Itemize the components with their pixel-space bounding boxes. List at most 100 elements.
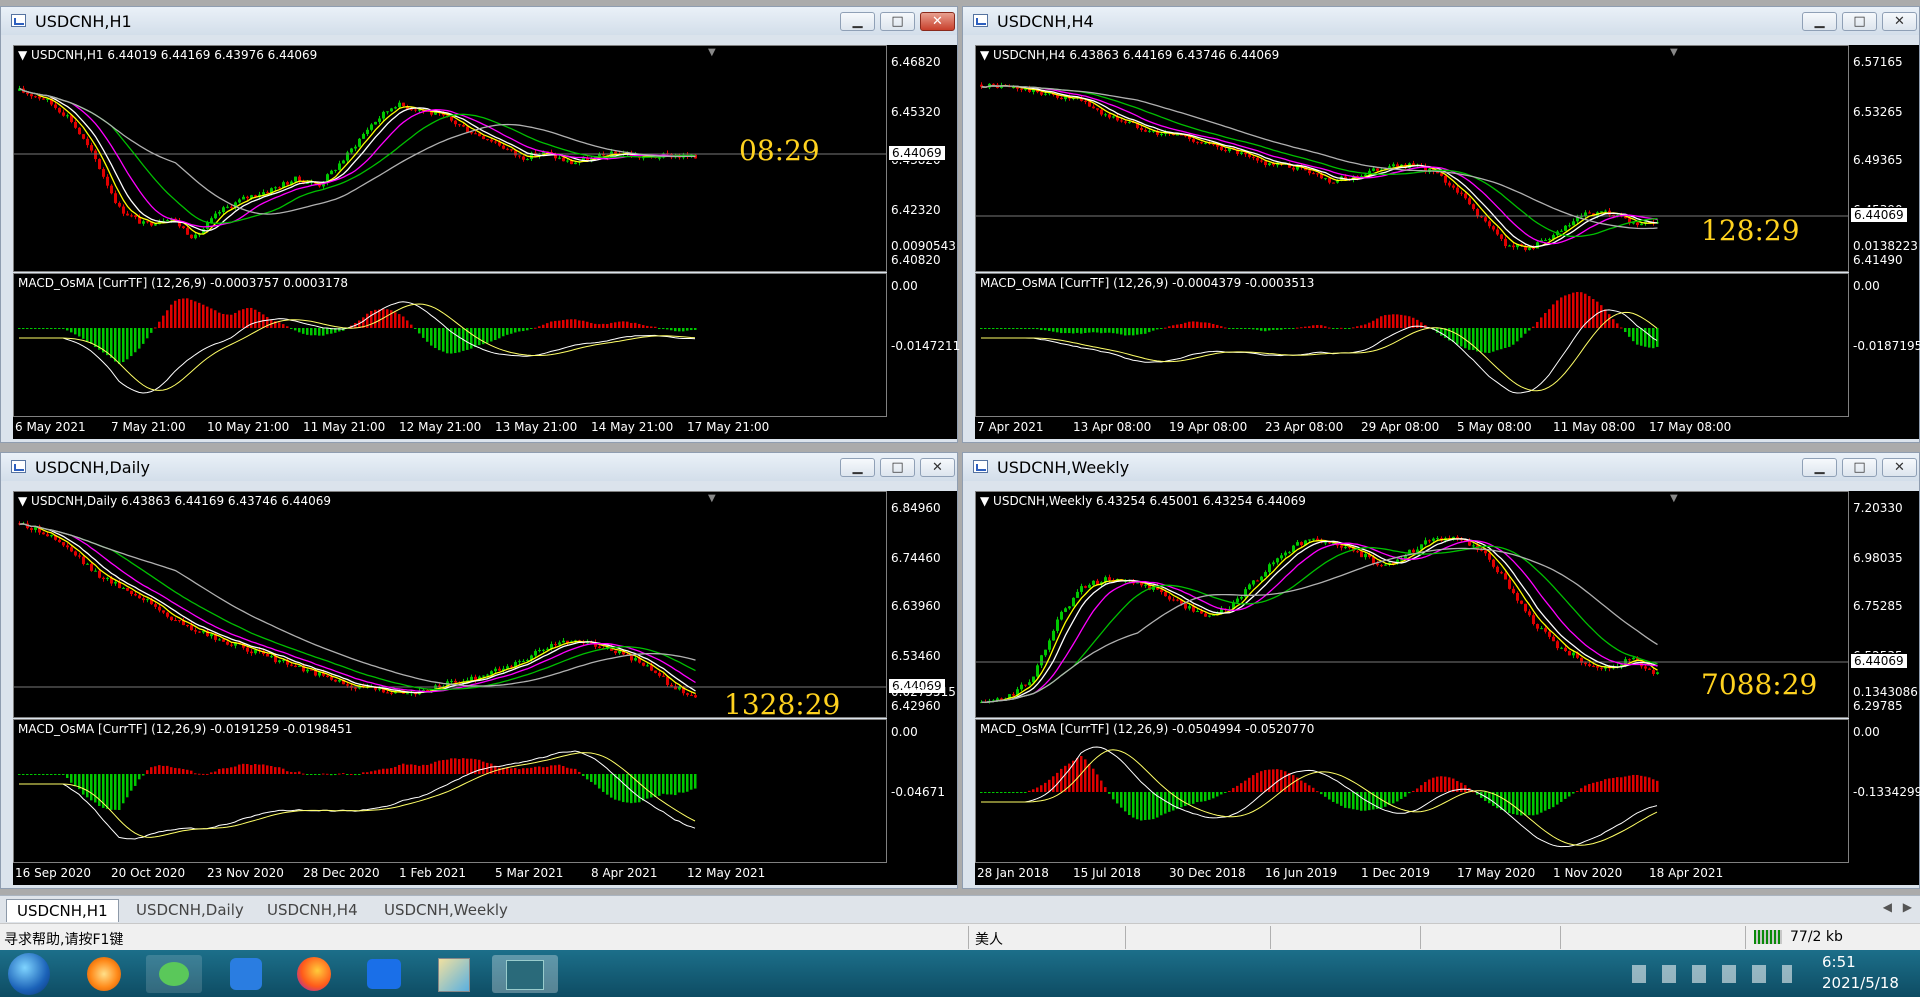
one-click-trading-icon[interactable]: ▼ <box>1670 493 1678 504</box>
titlebar-weekly[interactable]: USDCNH,Weekly ▁ □ ✕ <box>963 453 1919 481</box>
status-profile[interactable]: 美人 <box>975 929 1003 949</box>
wechat-icon[interactable] <box>146 955 202 993</box>
osma-bar <box>226 314 229 328</box>
candle-body <box>166 612 169 617</box>
osma-bar <box>186 769 189 774</box>
candle-body <box>1604 210 1607 212</box>
osma-bar <box>130 774 133 791</box>
candle-body <box>102 577 105 580</box>
lark-icon[interactable] <box>222 955 270 993</box>
candle-body <box>1520 600 1523 604</box>
osma-bar <box>418 328 421 334</box>
one-click-trading-icon[interactable]: ▼ <box>708 493 716 504</box>
titlebar-h4[interactable]: USDCNH,H4 ▁ □ ✕ <box>963 7 1919 35</box>
chart-window-weekly[interactable]: USDCNH,Weekly ▁ □ ✕ ▼ USDCNH,Weekly 6.43254 … <box>962 452 1920 889</box>
close-button[interactable]: ✕ <box>920 458 955 477</box>
candle-body <box>338 680 341 682</box>
price-panel-weekly[interactable]: ▼ USDCNH,Weekly 6.43254 6.45001 6.43254 … <box>975 491 1849 718</box>
mt4-icon[interactable] <box>492 955 558 993</box>
price-panel-h1[interactable]: ▼ USDCNH,H1 6.44019 6.44169 6.43976 6.44… <box>13 45 887 272</box>
maximize-button[interactable]: □ <box>880 458 915 477</box>
osma-bar <box>1116 792 1119 804</box>
candle-body <box>330 170 333 175</box>
chart-window-daily[interactable]: USDCNH,Daily ▁ □ ✕ ▼ USDCNH,Daily 6.43863 6.… <box>0 452 958 889</box>
osma-bar <box>170 304 173 328</box>
price-panel-daily[interactable]: ▼ USDCNH,Daily 6.43863 6.44169 6.43746 6… <box>13 491 887 718</box>
macd-panel-h4[interactable]: MACD_OsMA [CurrTF] (12,26,9) -0.0004379 … <box>975 273 1849 417</box>
osma-bar <box>26 328 29 329</box>
osma-bar <box>282 324 285 328</box>
osma-bar <box>1000 328 1003 329</box>
minimize-button[interactable]: ▁ <box>840 458 875 477</box>
osma-bar <box>614 774 617 800</box>
osma-bar <box>1272 769 1275 792</box>
titlebar-h1[interactable]: USDCNH,H1 ▁ □ ✕ <box>1 7 957 35</box>
osma-bar <box>1552 792 1555 808</box>
tab-usdcnh-weekly[interactable]: USDCNH,Weekly <box>374 899 518 921</box>
candle-body <box>1600 211 1603 213</box>
titlebar-daily[interactable]: USDCNH,Daily ▁ □ ✕ <box>1 453 957 481</box>
candle-body <box>658 157 661 159</box>
candle-body <box>386 111 389 113</box>
minimize-button[interactable]: ▁ <box>840 12 875 31</box>
osma-bar <box>538 766 541 774</box>
firefox-icon[interactable] <box>290 955 338 993</box>
osma-bar <box>174 767 177 774</box>
candle-body <box>494 668 497 672</box>
candle-body <box>1488 553 1491 560</box>
maximize-button[interactable]: □ <box>1842 458 1877 477</box>
candle-body <box>650 665 653 671</box>
price-panel-h4[interactable]: ▼ USDCNH,H4 6.43863 6.44169 6.43746 6.44… <box>975 45 1849 272</box>
close-button[interactable]: ✕ <box>920 12 955 31</box>
osma-bar <box>1524 328 1527 334</box>
osma-bar <box>1164 792 1167 814</box>
clock-time[interactable]: 6:51 <box>1822 953 1856 971</box>
meitu-icon[interactable] <box>360 955 408 993</box>
osma-bar <box>114 328 117 362</box>
tray-icons[interactable] <box>1632 965 1792 983</box>
osma-bar <box>1360 792 1363 811</box>
macd-panel-h1[interactable]: MACD_OsMA [CurrTF] (12,26,9) -0.0003757 … <box>13 273 887 417</box>
maximize-button[interactable]: □ <box>880 12 915 31</box>
paint-icon[interactable] <box>430 955 478 993</box>
osma-bar <box>142 328 145 344</box>
osma-bar <box>422 328 425 338</box>
osma-bar <box>138 328 141 349</box>
tab-usdcnh-daily[interactable]: USDCNH,Daily <box>126 899 254 921</box>
candle-body <box>414 109 417 111</box>
osma-bar <box>1520 328 1523 338</box>
time-tick: 5 Mar 2021 <box>495 866 564 880</box>
tab-scroll-right-icon[interactable]: ▶ <box>1903 900 1912 914</box>
macd-panel-daily[interactable]: MACD_OsMA [CurrTF] (12,26,9) -0.0191259 … <box>13 719 887 863</box>
close-button[interactable]: ✕ <box>1882 12 1917 31</box>
osma-bar <box>282 768 285 774</box>
windows-start-icon[interactable] <box>8 953 50 995</box>
osma-bar <box>980 792 983 793</box>
osma-bar <box>86 328 89 342</box>
one-click-trading-icon[interactable]: ▼ <box>708 47 716 58</box>
osma-bar <box>378 769 381 774</box>
close-button[interactable]: ✕ <box>1882 458 1917 477</box>
osma-bar <box>1596 781 1599 792</box>
osma-bar <box>1536 792 1539 815</box>
osma-bar <box>298 328 301 333</box>
osma-bar <box>1312 325 1315 328</box>
tab-usdcnh-h1[interactable]: USDCNH,H1 <box>6 899 119 922</box>
osma-bar <box>1308 326 1311 328</box>
osma-bar <box>1576 292 1579 328</box>
macd-panel-weekly[interactable]: MACD_OsMA [CurrTF] (12,26,9) -0.0504994 … <box>975 719 1849 863</box>
osma-bar <box>362 772 365 774</box>
one-click-trading-icon[interactable]: ▼ <box>1670 47 1678 58</box>
osma-bar <box>1012 328 1015 329</box>
minimize-button[interactable]: ▁ <box>1802 458 1837 477</box>
tab-usdcnh-h4[interactable]: USDCNH,H4 <box>257 899 368 921</box>
tab-scroll-left-icon[interactable]: ◀ <box>1883 900 1892 914</box>
minimize-button[interactable]: ▁ <box>1802 12 1837 31</box>
chart-window-h1[interactable]: USDCNH,H1 ▁ □ ✕ ▼ USDCNH,H1 6.44019 6.44169 … <box>0 6 960 443</box>
osma-bar <box>1488 792 1491 804</box>
clock-date[interactable]: 2021/5/18 <box>1822 974 1899 992</box>
maximize-button[interactable]: □ <box>1842 12 1877 31</box>
browser-icon[interactable] <box>80 955 128 993</box>
osma-bar <box>162 765 165 774</box>
chart-window-h4[interactable]: USDCNH,H4 ▁ □ ✕ ▼ USDCNH,H4 6.43863 6.44169 … <box>962 6 1920 443</box>
